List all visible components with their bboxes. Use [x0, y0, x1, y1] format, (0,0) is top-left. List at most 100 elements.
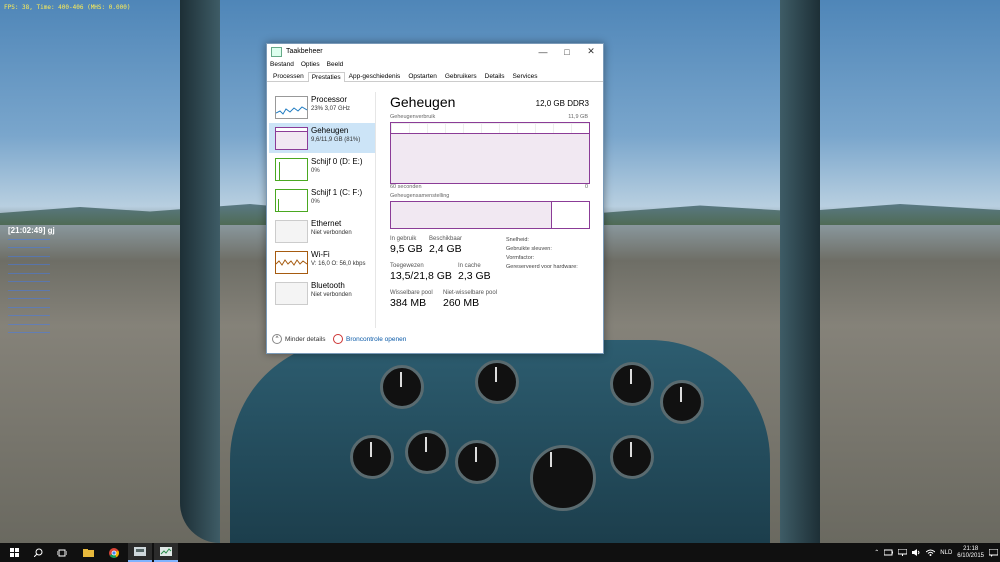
memory-panel: Geheugen 12,0 GB DDR3 Geheugenverbruik 1… — [387, 92, 597, 328]
stat-available: Beschikbaar 2,4 GB — [429, 236, 463, 255]
instrument-panel — [230, 340, 770, 543]
clock[interactable]: 21:18 6/10/2015 — [957, 546, 984, 560]
wifi-thumbnail — [275, 251, 308, 274]
chat-line: ——————— — [8, 296, 50, 302]
menu-opties[interactable]: Opties — [301, 61, 320, 68]
tab-opstarten[interactable]: Opstarten — [404, 71, 441, 81]
chat-line: ——————— — [8, 313, 50, 319]
minimize-button[interactable]: — — [531, 47, 555, 57]
less-details-button[interactable]: ^ Minder details — [272, 334, 325, 344]
notifications-icon — [989, 548, 998, 557]
slots-label: Gebruikte sleuven: — [506, 246, 552, 252]
axis-right-label: 0 — [584, 184, 588, 190]
form-factor-label: Vormfactor: — [506, 255, 535, 261]
close-button[interactable]: ✕ — [579, 46, 603, 57]
monitor-icon — [898, 549, 908, 556]
usage-fill — [391, 133, 589, 183]
sidebar-item-processor[interactable]: Processor 23% 3,07 GHz — [269, 92, 375, 122]
file-explorer-button[interactable] — [76, 543, 100, 562]
gauge-icon — [455, 440, 499, 484]
memory-usage-graph — [390, 122, 590, 184]
tab-processen[interactable]: Processen — [269, 71, 308, 81]
sidebar-item-disk0[interactable]: Schijf 0 (D: E:) 0% — [269, 154, 375, 184]
memory-composition-bar — [390, 201, 590, 229]
disk1-thumbnail — [275, 189, 308, 212]
wifi-icon — [926, 549, 936, 556]
gauge-icon — [380, 365, 424, 409]
menu-bar: Bestand Opties Beeld — [267, 59, 603, 70]
task-view-button[interactable] — [50, 543, 74, 562]
menu-bestand[interactable]: Bestand — [270, 61, 294, 68]
sidebar-item-ethernet[interactable]: Ethernet Niet verbonden — [269, 216, 375, 246]
stat-in-use: In gebruik 9,5 GB — [390, 236, 423, 255]
maximize-button[interactable]: □ — [555, 47, 579, 57]
title-bar[interactable]: Taakbeheer — □ ✕ — [267, 44, 603, 59]
gauge-icon — [350, 435, 394, 479]
search-icon — [33, 548, 42, 557]
stat-paged-pool: Wisselbare pool 384 MB — [390, 290, 433, 309]
chat-line: ——————— — [8, 245, 50, 251]
composition-label: Geheugensamenstelling — [390, 193, 450, 199]
search-button[interactable] — [26, 543, 50, 562]
tab-prestaties[interactable]: Prestaties — [307, 72, 345, 82]
axis-left-label: 60 seconden — [390, 184, 422, 190]
memory-thumbnail — [275, 127, 308, 150]
ethernet-thumbnail — [275, 220, 308, 243]
chevron-up-icon: ^ — [272, 334, 282, 344]
stat-cached: In cache 2,3 GB — [458, 263, 491, 282]
composition-in-use — [391, 202, 553, 228]
sidebar-item-memory[interactable]: Geheugen 9,6/11,9 GB (81%) — [269, 123, 375, 153]
tab-services[interactable]: Services — [509, 71, 542, 81]
sidebar-item-subtitle: 9,6/11,9 GB (81%) — [311, 137, 361, 143]
system-tray: ⌃ NLD 21:18 6/10/2015 — [874, 543, 998, 562]
sidebar-item-title: Schijf 0 (D: E:) — [311, 157, 363, 166]
usage-max: 11,9 GB — [568, 114, 588, 120]
start-button[interactable] — [2, 543, 26, 562]
chat-line: ——————— — [8, 270, 50, 277]
task-manager-taskbar-button[interactable] — [154, 543, 178, 562]
game-app-button[interactable] — [128, 543, 152, 562]
radar-scope-icon — [530, 445, 596, 511]
bluetooth-thumbnail — [275, 282, 308, 305]
processor-thumbnail — [275, 96, 308, 119]
less-details-label: Minder details — [285, 335, 326, 343]
sidebar-item-wifi[interactable]: Wi-Fi V: 16,0 O: 56,0 kbps — [269, 247, 375, 277]
usage-label: Geheugenverbruik — [390, 114, 436, 120]
task-manager-icon — [160, 547, 172, 556]
sidebar-item-bluetooth[interactable]: Bluetooth Niet verbonden — [269, 278, 375, 308]
chevron-up-icon[interactable]: ⌃ — [874, 549, 879, 556]
footer: ^ Minder details Broncontrole openen — [267, 329, 603, 349]
tab-gebruikers[interactable]: Gebruikers — [441, 71, 481, 81]
sidebar-item-title: Schijf 1 (C: F:) — [311, 188, 363, 197]
chrome-icon — [109, 547, 119, 558]
chat-line: ——————— — [8, 321, 50, 328]
chat-line: ——————— — [8, 279, 50, 285]
gauge-icon — [660, 380, 704, 424]
chat-line: ——————— — [8, 304, 50, 311]
task-manager-window: Taakbeheer — □ ✕ Bestand Opties Beeld Pr… — [266, 43, 604, 354]
performance-content: Processor 23% 3,07 GHz Geheugen 9,6/11,9… — [267, 92, 603, 328]
sidebar-item-subtitle: Niet verbonden — [311, 292, 352, 298]
tab-app-geschiedenis[interactable]: App-geschiedenis — [345, 71, 405, 81]
open-resource-monitor-link[interactable]: Broncontrole openen — [333, 334, 406, 344]
sidebar-item-subtitle: V: 16,0 O: 56,0 kbps — [311, 261, 366, 267]
sidebar-item-disk1[interactable]: Schijf 1 (C: F:) 0% — [269, 185, 375, 215]
language-indicator[interactable]: NLD — [940, 550, 952, 556]
memory-spec: 12,0 GB DDR3 — [535, 99, 589, 108]
volume-icon — [912, 549, 920, 556]
chat-timestamp: [21:02:49] gj — [8, 226, 55, 235]
folder-icon — [82, 548, 94, 557]
sidebar-item-subtitle: 0% — [311, 168, 320, 174]
gauge-icon — [475, 360, 519, 404]
sidebar-item-title: Wi-Fi — [311, 250, 330, 259]
menu-beeld[interactable]: Beeld — [327, 61, 344, 68]
sidebar-item-title: Processor — [311, 95, 348, 104]
task-manager-icon — [271, 46, 282, 57]
chat-line: ——————— — [8, 330, 50, 336]
chat-line: ——————— — [8, 262, 50, 268]
chat-line: ——————— — [8, 236, 50, 243]
tab-details[interactable]: Details — [481, 71, 509, 81]
sidebar-item-title: Geheugen — [311, 126, 349, 135]
windows-logo-icon — [9, 548, 19, 557]
chrome-button[interactable] — [102, 543, 126, 562]
